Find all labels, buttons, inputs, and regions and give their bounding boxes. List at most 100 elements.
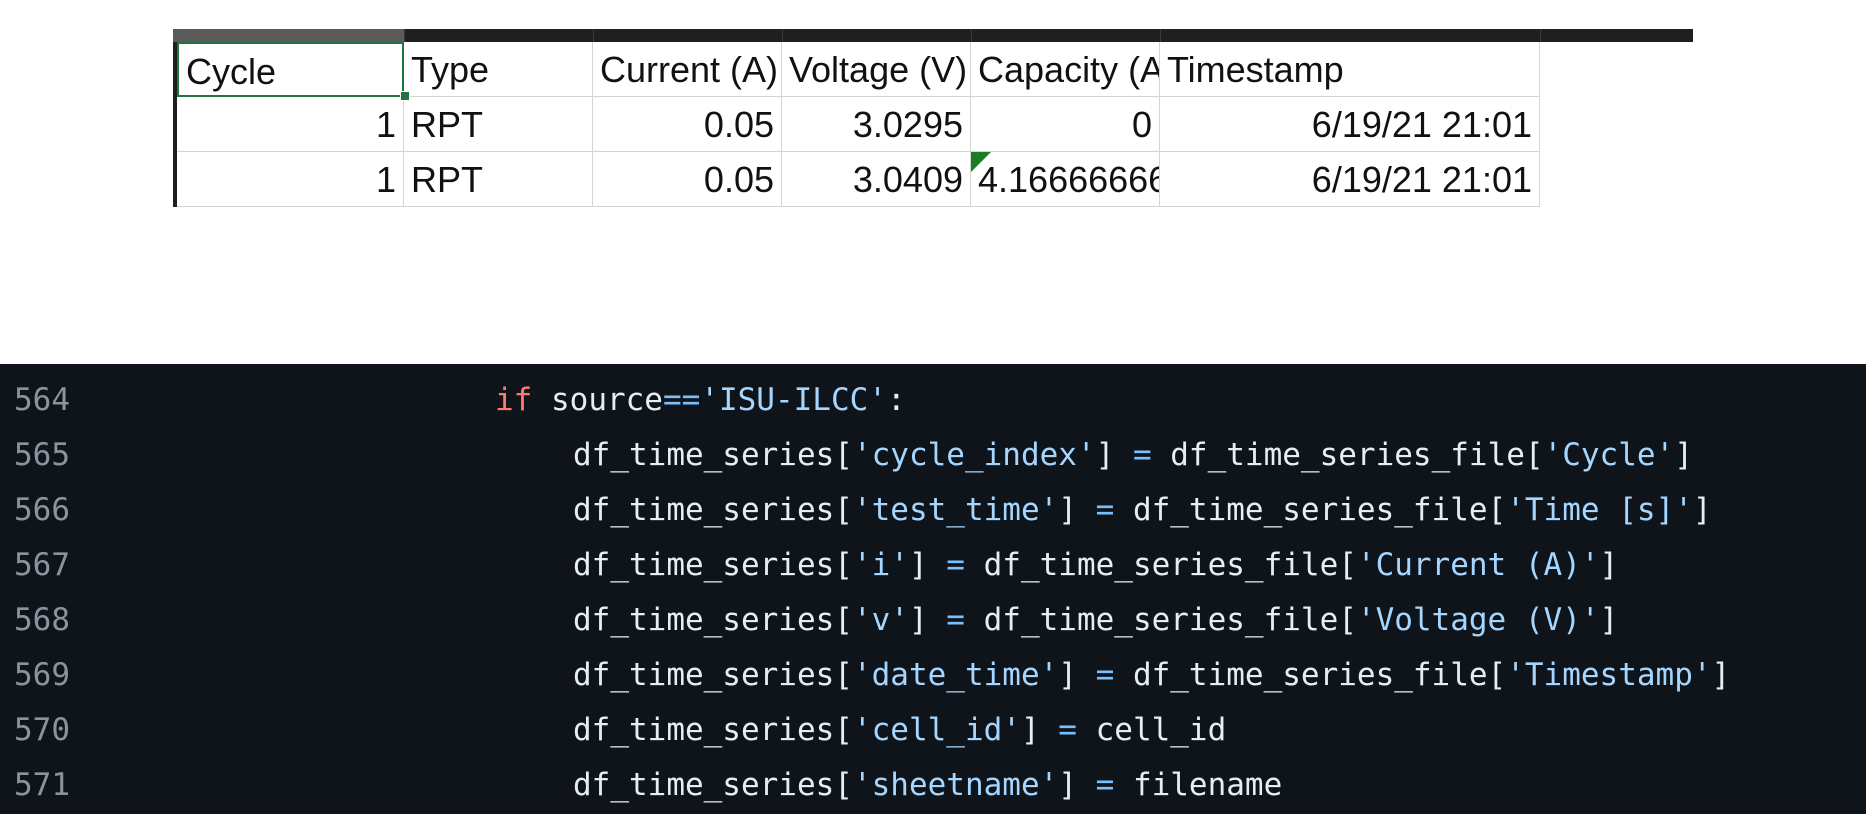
code-token: df_time_series_file[ xyxy=(964,602,1357,638)
string-token: 'Timestamp' xyxy=(1506,657,1712,693)
column-separator xyxy=(782,29,783,42)
code-token: df_time_series[ xyxy=(573,492,853,528)
column-header-bar[interactable] xyxy=(173,29,1693,42)
code-token: ] xyxy=(1058,657,1096,693)
cell-voltage[interactable]: 3.0409 xyxy=(782,152,971,207)
code-token: ] xyxy=(1674,437,1693,473)
code-token: ] xyxy=(908,547,947,583)
code-line[interactable]: 566 df_time_series['test_time'] = df_time… xyxy=(0,483,1866,538)
string-token: 'sheetname' xyxy=(852,767,1059,803)
code-line[interactable]: 565 df_time_series['cycle_index'] = df_ti… xyxy=(0,428,1866,483)
cell-capacity[interactable]: 0 xyxy=(971,97,1160,152)
code-token: df_time_series[ xyxy=(573,767,853,803)
code-token: source xyxy=(532,382,663,418)
cell-cycle[interactable]: 1 xyxy=(177,152,404,207)
code-line[interactable]: 569 df_time_series['date_time'] = df_time… xyxy=(0,648,1866,703)
string-token: 'cycle_index' xyxy=(852,437,1096,473)
selected-column-header[interactable] xyxy=(173,29,404,42)
cell-timestamp[interactable]: 6/19/21 21:01 xyxy=(1160,152,1540,207)
code-token: ] xyxy=(1599,602,1619,638)
cell-type[interactable]: RPT xyxy=(404,97,593,152)
string-token: 'Voltage (V)' xyxy=(1356,602,1600,638)
operator-token: = xyxy=(1058,712,1077,748)
cell-timestamp[interactable]: Timestamp xyxy=(1160,42,1540,97)
code-token: df_time_series_file[ xyxy=(1114,657,1507,693)
cell-current[interactable]: 0.05 xyxy=(593,152,782,207)
cell-capacity[interactable]: 4.16666666667 xyxy=(971,152,1160,207)
cell-type[interactable]: Type xyxy=(404,42,593,97)
cell-capacity[interactable]: Capacity (Ah) xyxy=(971,42,1160,97)
string-token: 'ISU-ILCC' xyxy=(700,382,887,418)
code-token: df_time_series[ xyxy=(573,602,853,638)
code-line[interactable]: 568 df_time_series['v'] = df_time_series_… xyxy=(0,593,1866,648)
code-text: df_time_series['i'] = df_time_series_fil… xyxy=(573,538,1618,593)
code-text: df_time_series['cycle_index'] = df_time_… xyxy=(573,428,1693,483)
code-text: df_time_series['date_time'] = df_time_se… xyxy=(573,648,1730,703)
table-row: 1RPT0.053.04094.166666666676/19/21 21:01 xyxy=(177,152,1540,207)
code-token: cell_id xyxy=(1076,712,1227,748)
cell-voltage[interactable]: 3.0295 xyxy=(782,97,971,152)
line-number: 567 xyxy=(14,547,70,583)
column-separator xyxy=(404,29,405,42)
code-text: if source=='ISU-ILCC': xyxy=(495,373,906,428)
code-text: df_time_series['test_time'] = df_time_se… xyxy=(573,483,1712,538)
cell-type[interactable]: RPT xyxy=(404,152,593,207)
operator-token: = xyxy=(1095,767,1115,803)
cell-cycle[interactable]: Cycle xyxy=(177,42,404,97)
operator-token: = xyxy=(1095,492,1115,528)
code-token: ] xyxy=(1058,492,1096,528)
code-token: df_time_series[ xyxy=(573,547,853,583)
code-text: df_time_series['sheetname'] = filename xyxy=(573,758,1282,813)
cell-voltage[interactable]: Voltage (V) xyxy=(782,42,971,97)
code-token: ] xyxy=(1095,437,1133,473)
operator-token: = xyxy=(946,602,965,638)
code-token: filename xyxy=(1114,767,1283,803)
code-editor[interactable]: 564 if source=='ISU-ILCC': 565 df_time_seri… xyxy=(0,364,1866,814)
code-line[interactable]: 571 df_time_series['sheetname'] = filenam… xyxy=(0,758,1866,813)
cell-cycle[interactable]: 1 xyxy=(177,97,404,152)
line-number: 566 xyxy=(14,492,70,528)
code-line[interactable]: 564 if source=='ISU-ILCC': xyxy=(0,373,1866,428)
cell-timestamp[interactable]: 6/19/21 21:01 xyxy=(1160,97,1540,152)
code-token: ] xyxy=(908,602,947,638)
code-token: df_time_series_file[ xyxy=(964,547,1357,583)
string-token: 'cell_id' xyxy=(852,712,1021,748)
string-token: 'i' xyxy=(852,547,909,583)
line-number: 565 xyxy=(14,437,70,473)
operator-token: = xyxy=(946,547,965,583)
code-token: ] xyxy=(1692,492,1712,528)
code-token: df_time_series[ xyxy=(573,657,853,693)
error-indicator-icon[interactable] xyxy=(971,152,991,172)
column-separator xyxy=(593,29,594,42)
code-token: ] xyxy=(1058,767,1096,803)
code-token: df_time_series[ xyxy=(573,712,853,748)
code-token: df_time_series[ xyxy=(573,437,853,473)
string-token: 'date_time' xyxy=(852,657,1059,693)
table-row: 1 RPT 0.05 3.0295 0 6/19/21 21:01 xyxy=(177,97,1540,152)
line-number: 569 xyxy=(14,657,70,693)
code-token: df_time_series_file[ xyxy=(1151,437,1544,473)
code-line[interactable]: 570 df_time_series['cell_id'] = cell_id xyxy=(0,703,1866,758)
code-token: ] xyxy=(1020,712,1059,748)
spreadsheet: Cycle Type Current (A) Voltage (V) Capacity … xyxy=(173,29,1693,207)
header-row: Cycle Type Current (A) Voltage (V) Capacity … xyxy=(177,42,1540,97)
string-token: 'test_time' xyxy=(852,492,1059,528)
operator-token: == xyxy=(662,382,701,418)
column-separator xyxy=(1540,29,1541,42)
fill-handle[interactable] xyxy=(400,91,410,101)
column-separator xyxy=(1160,29,1161,42)
line-number: 564 xyxy=(14,382,70,418)
code-text: df_time_series['cell_id'] = cell_id xyxy=(573,703,1226,758)
keyword-token: if xyxy=(495,382,533,418)
line-number: 568 xyxy=(14,602,70,638)
code-token: ] xyxy=(1599,547,1619,583)
code-line[interactable]: 567 df_time_series['i'] = df_time_series_… xyxy=(0,538,1866,593)
string-token: 'Current (A)' xyxy=(1356,547,1600,583)
code-token: ] xyxy=(1711,657,1731,693)
cell-current[interactable]: Current (A) xyxy=(593,42,782,97)
line-number: 570 xyxy=(14,712,70,748)
cell-current[interactable]: 0.05 xyxy=(593,97,782,152)
line-number: 571 xyxy=(14,767,70,803)
operator-token: = xyxy=(1132,437,1152,473)
code-token: df_time_series_file[ xyxy=(1114,492,1507,528)
